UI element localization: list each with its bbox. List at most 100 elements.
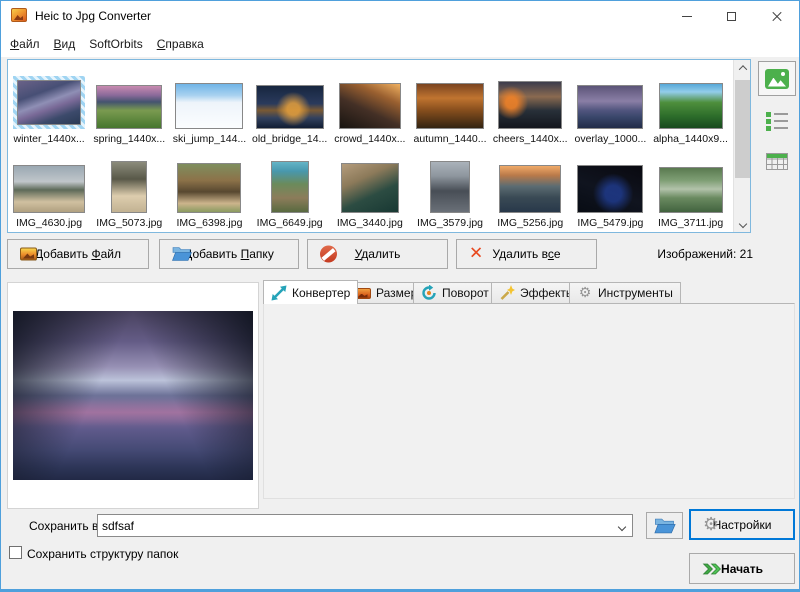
close-button[interactable]	[754, 1, 799, 31]
thumbnail-image[interactable]	[416, 83, 484, 129]
thumbnail-frame[interactable]	[175, 83, 243, 129]
thumbnail-item[interactable]: crowd_1440x...	[330, 61, 410, 145]
thumbnail-item[interactable]: IMG_5073.jpg	[89, 145, 169, 229]
thumbnail-frame[interactable]	[13, 165, 85, 213]
thumbnail-item[interactable]: IMG_6649.jpg	[250, 145, 330, 229]
settings-button[interactable]: ⚙ Настройки	[689, 509, 795, 540]
thumbnail-item[interactable]: IMG_3440.jpg	[330, 145, 410, 229]
thumbnail-image[interactable]	[498, 81, 562, 129]
start-button[interactable]: Начать	[689, 553, 795, 584]
thumbnail-frame[interactable]	[111, 161, 147, 213]
thumbnail-label: alpha_1440x9...	[653, 133, 728, 145]
save-path-input[interactable]	[102, 517, 602, 534]
minimize-button[interactable]	[664, 1, 709, 31]
thumbnail-frame[interactable]	[177, 163, 241, 213]
start-label: Начать	[721, 562, 763, 576]
thumbnail-frame[interactable]	[499, 165, 561, 213]
thumbnail-frame[interactable]	[430, 161, 470, 213]
thumbnail-item[interactable]: IMG_4630.jpg	[9, 145, 89, 229]
browse-folder-button[interactable]	[646, 512, 683, 539]
keep-folder-structure-checkbox[interactable]	[9, 546, 22, 559]
thumbnail-image[interactable]	[577, 165, 643, 213]
thumbnail-image[interactable]	[13, 165, 85, 213]
thumbnail-frame[interactable]	[577, 165, 643, 213]
vertical-scrollbar[interactable]	[733, 60, 750, 232]
thumbnail-frame[interactable]	[416, 83, 484, 129]
thumbnail-frame[interactable]	[96, 85, 162, 129]
tab-tools[interactable]: ⚙ Инструменты	[569, 282, 681, 303]
thumbnail-selection[interactable]	[13, 76, 85, 129]
delete-all-icon: ✕	[469, 246, 483, 263]
delete-button[interactable]: Удалить	[307, 239, 448, 269]
thumbnail-frame[interactable]	[339, 83, 401, 129]
thumbnail-image[interactable]	[271, 161, 309, 213]
thumbnail-frame[interactable]	[659, 83, 723, 129]
close-icon	[771, 10, 783, 22]
thumbnail-frame[interactable]	[341, 163, 399, 213]
thumbnail-label: ski_jump_144...	[173, 133, 247, 145]
chevron-down-icon	[618, 523, 626, 531]
menu-softorbits[interactable]: SoftOrbits	[82, 33, 149, 55]
maximize-button[interactable]	[709, 1, 754, 31]
thumbnail-item[interactable]: spring_1440x...	[89, 61, 169, 145]
tab-converter[interactable]: Конвертер	[263, 280, 358, 304]
menu-view[interactable]: Вид	[47, 33, 83, 55]
thumbnail-item[interactable]: IMG_3711.jpg	[651, 145, 731, 229]
thumbnail-image[interactable]	[111, 161, 147, 213]
thumbnail-image[interactable]	[341, 163, 399, 213]
view-table-button[interactable]	[763, 147, 791, 175]
thumbnail-item[interactable]: IMG_6398.jpg	[169, 145, 249, 229]
thumbnail-image[interactable]	[177, 163, 241, 213]
thumbnail-label: IMG_4630.jpg	[16, 217, 82, 229]
thumbnail-image[interactable]	[499, 165, 561, 213]
thumbnail-item[interactable]: cheers_1440x...	[490, 61, 570, 145]
thumbnail-frame[interactable]	[577, 85, 643, 129]
thumbnail-image[interactable]	[17, 80, 81, 125]
tab-rotate-label: Поворот	[442, 286, 489, 300]
thumbnail-label: winter_1440x...	[13, 133, 84, 145]
thumbnail-image[interactable]	[256, 85, 324, 129]
thumbnail-image[interactable]	[96, 85, 162, 129]
thumbnail-item[interactable]: old_bridge_14...	[250, 61, 330, 145]
thumbnail-image[interactable]	[339, 83, 401, 129]
thumbnail-frame[interactable]	[256, 85, 324, 129]
scroll-up-icon[interactable]	[734, 60, 751, 76]
view-thumbnails-button[interactable]	[758, 61, 796, 96]
add-folder-button[interactable]: Добавить Папку	[159, 239, 299, 269]
thumbnail-image[interactable]	[430, 161, 470, 213]
thumbnail-label: IMG_3711.jpg	[658, 217, 723, 229]
thumbnail-item[interactable]: autumn_1440...	[410, 61, 490, 145]
thumbnail-item[interactable]: winter_1440x...	[9, 61, 89, 145]
save-path-combobox[interactable]	[97, 514, 633, 537]
add-file-button[interactable]: Добавить Файл	[7, 239, 149, 269]
thumbnail-item[interactable]: ski_jump_144...	[169, 61, 249, 145]
menu-help[interactable]: Справка	[150, 33, 211, 55]
image-list-panel: winter_1440x... spring_1440x... ski_jump_1…	[7, 59, 751, 233]
thumbnail-image[interactable]	[577, 85, 643, 129]
scrollbar-thumb[interactable]	[735, 80, 750, 178]
scroll-down-icon[interactable]	[734, 216, 751, 232]
delete-all-button[interactable]: ✕ Удалить все	[456, 239, 597, 269]
title-bar: Heic to Jpg Converter	[1, 1, 799, 31]
thumbnail-item[interactable]: alpha_1440x9...	[651, 61, 731, 145]
thumbnail-item[interactable]: overlay_1000...	[570, 61, 650, 145]
thumbnail-image[interactable]	[175, 83, 243, 129]
convert-icon	[271, 285, 287, 301]
browse-folder-icon	[654, 518, 676, 534]
thumbnail-image[interactable]	[659, 167, 723, 213]
thumbnail-frame[interactable]	[659, 167, 723, 213]
thumbnail-image[interactable]	[659, 83, 723, 129]
add-file-label: Добавить Файл	[35, 247, 121, 261]
thumbnail-frame[interactable]	[498, 81, 562, 129]
thumbnail-frame[interactable]	[271, 161, 309, 213]
tab-effects-label: Эффекты	[520, 286, 575, 300]
settings-gear-icon: ⚙	[703, 516, 719, 534]
thumbnail-item[interactable]: IMG_5479.jpg	[570, 145, 650, 229]
maximize-icon	[727, 12, 736, 21]
thumbnail-item[interactable]: IMG_5256.jpg	[490, 145, 570, 229]
tab-rotate[interactable]: Поворот	[413, 282, 497, 303]
thumbnail-item[interactable]: IMG_3579.jpg	[410, 145, 490, 229]
minimize-icon	[682, 16, 692, 17]
view-list-button[interactable]	[763, 107, 791, 135]
menu-file[interactable]: Файл	[3, 33, 47, 55]
